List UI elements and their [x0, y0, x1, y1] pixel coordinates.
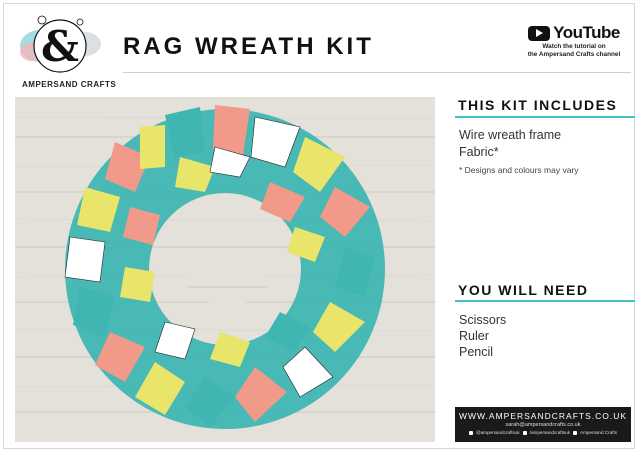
contact-footer: WWW.AMPERSANDCRAFTS.CO.UK sarah@ampersan…	[455, 407, 631, 442]
need-item: Pencil	[459, 345, 494, 359]
brand-logo: & AMPERSAND CRAFTS	[10, 10, 116, 90]
kit-includes-rule	[455, 116, 635, 118]
email-link[interactable]: sarah@ampersandcrafts.co.uk	[455, 422, 631, 428]
youtube-logo: YouTube	[519, 23, 629, 43]
need-item: Scissors	[459, 313, 507, 327]
kit-item: Wire wreath frame	[459, 128, 562, 142]
kit-note: * Designs and colours may vary	[459, 165, 579, 175]
svg-text:&: &	[41, 22, 79, 71]
social-facebook[interactable]: /ampersandcraftsuk	[530, 430, 570, 435]
social-instagram[interactable]: @ampersandcraftsuk	[476, 430, 520, 435]
youtube-wordmark: YouTube	[553, 23, 620, 42]
youtube-line-1: Watch the tutorial on	[542, 43, 606, 50]
youtube-line-2: the Ampersand Crafts channel	[527, 51, 621, 58]
youtube-play-icon	[528, 25, 551, 41]
brand-name: AMPERSAND CRAFTS	[22, 80, 117, 89]
website-link[interactable]: WWW.AMPERSANDCRAFTS.CO.UK	[455, 411, 631, 421]
you-will-need-heading: YOU WILL NEED	[458, 282, 589, 298]
kit-item: Fabric*	[459, 145, 499, 159]
kit-card: & AMPERSAND CRAFTS RAG WREATH KIT YouTub…	[0, 0, 640, 454]
social-youtube[interactable]: Ampersand Crafts	[580, 430, 617, 435]
social-links: @ampersandcraftsuk /ampersandcraftsuk Am…	[455, 430, 631, 435]
wreath-photo	[15, 97, 435, 442]
you-will-need-rule	[455, 300, 635, 302]
facebook-icon	[522, 430, 527, 435]
page-title: RAG WREATH KIT	[123, 33, 374, 60]
kit-includes-heading: THIS KIT INCLUDES	[458, 97, 618, 113]
need-item: Ruler	[459, 329, 489, 343]
title-divider	[123, 72, 631, 73]
wreath-image	[15, 97, 435, 442]
instagram-icon	[468, 430, 473, 435]
youtube-small-icon	[573, 430, 578, 435]
youtube-promo: YouTube Watch the tutorial on the Ampers…	[519, 23, 629, 59]
logo-splash-icon: &	[20, 15, 101, 73]
